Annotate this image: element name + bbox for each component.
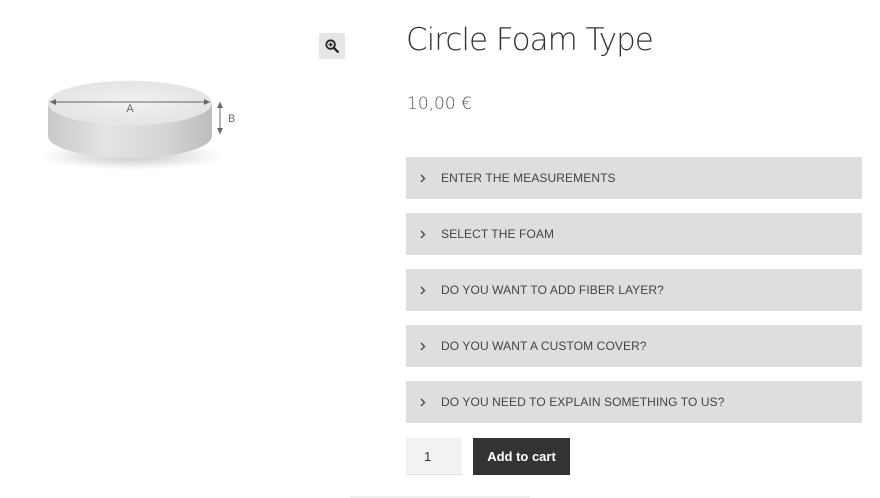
product-title: Circle Foam Type [406,22,654,58]
product-price: 10,00 € [407,94,472,114]
accordion-item-label: ENTER THE MEASUREMENTS [441,171,616,185]
add-to-cart-button[interactable]: Add to cart [473,438,570,475]
zoom-in-icon [325,39,339,53]
accordion-item-foam[interactable]: SELECT THE FOAM [406,213,862,255]
chevron-right-icon [418,398,428,407]
dimension-b-arrow-bottom [217,128,223,134]
accordion-item-label: SELECT THE FOAM [441,227,555,241]
chevron-right-icon [418,342,428,351]
chevron-right-icon [418,286,428,295]
accordion-item-fiber-layer[interactable]: DO YOU WANT TO ADD FIBER LAYER? [406,269,862,311]
dimension-a-label: A [126,103,134,115]
dimension-b-arrow-top [217,102,223,108]
options-accordion: ENTER THE MEASUREMENTS SELECT THE FOAM D… [406,157,862,437]
accordion-item-label: DO YOU WANT A CUSTOM COVER? [441,339,647,353]
accordion-item-custom-cover[interactable]: DO YOU WANT A CUSTOM COVER? [406,325,862,367]
accordion-item-measurements[interactable]: ENTER THE MEASUREMENTS [406,157,862,199]
accordion-item-explain[interactable]: DO YOU NEED TO EXPLAIN SOMETHING TO US? [406,381,862,423]
accordion-item-label: DO YOU NEED TO EXPLAIN SOMETHING TO US? [441,395,725,409]
chevron-right-icon [418,230,428,239]
accordion-item-label: DO YOU WANT TO ADD FIBER LAYER? [441,283,664,297]
chevron-right-icon [418,174,428,183]
quantity-input[interactable] [406,438,462,475]
product-page: A B Circle Foam Type 10,00 € ENTER THE M… [0,0,880,498]
dimension-b-label: B [228,113,235,125]
product-image[interactable]: A B [38,72,248,182]
zoom-button[interactable] [319,33,345,59]
